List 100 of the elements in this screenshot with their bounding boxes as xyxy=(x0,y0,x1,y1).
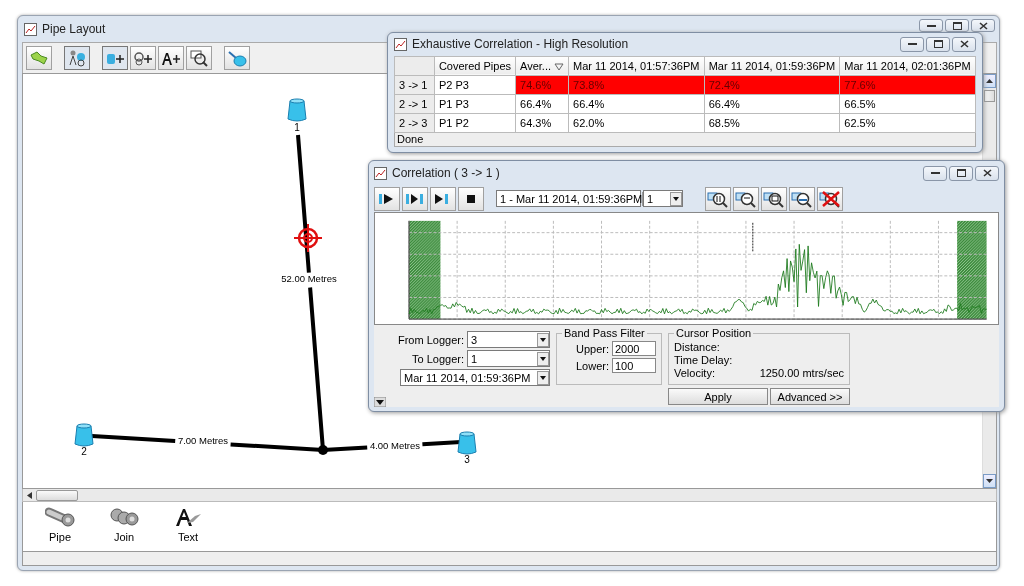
palette-item[interactable]: Pipe xyxy=(45,506,75,547)
dropdown[interactable]: Mar 11 2014, 01:59:36PM xyxy=(400,369,550,386)
pipe-icon xyxy=(45,506,75,528)
step-end-icon[interactable] xyxy=(430,186,456,211)
map-icon[interactable] xyxy=(26,46,52,70)
table-cell: P2 P3 xyxy=(434,75,516,95)
caret-icon xyxy=(537,370,549,385)
input-field[interactable]: 2000 xyxy=(612,341,656,356)
group-title: Band Pass Filter xyxy=(563,327,646,339)
ladle-icon[interactable] xyxy=(224,46,250,70)
table-cell: 66.5% xyxy=(839,94,976,114)
column-header[interactable]: Mar 11 2014, 01:59:36PM xyxy=(704,56,840,76)
target-icon xyxy=(293,223,323,253)
column-header[interactable]: Covered Pipes xyxy=(434,56,516,76)
window-title: Pipe Layout xyxy=(42,22,107,36)
caret-icon xyxy=(670,191,682,206)
input-field[interactable]: 100 xyxy=(612,358,656,373)
close-icon xyxy=(959,40,969,49)
window-title: Exhaustive Correlation - High Resolution xyxy=(412,37,630,52)
field-value: 1250.00 mtrs/sec xyxy=(758,367,844,379)
minimize-button[interactable] xyxy=(923,165,947,181)
column-header[interactable]: Mar 11 2014, 02:01:36PM xyxy=(839,56,976,76)
field-label: Time Delay: xyxy=(674,354,734,366)
close-icon xyxy=(978,21,988,30)
stop-icon[interactable] xyxy=(458,186,484,211)
maximize-icon xyxy=(933,40,943,49)
field-label: Velocity: xyxy=(674,367,716,379)
dropdown[interactable]: 1 xyxy=(643,190,683,207)
logger-label: 3 xyxy=(464,454,470,465)
maximize-icon xyxy=(956,169,966,177)
table-cell: P1 P2 xyxy=(434,113,516,133)
table-cell: 62.5% xyxy=(839,113,976,133)
pipe-length-label: 7.00 Metres xyxy=(177,435,229,446)
junction-dot xyxy=(318,445,328,455)
column-header[interactable]: Mar 11 2014, 01:57:36PM xyxy=(568,56,705,76)
scroll-up-button[interactable] xyxy=(983,74,996,88)
corner-cell xyxy=(394,56,435,76)
close-button[interactable] xyxy=(952,36,976,52)
logger-label: 1 xyxy=(294,122,300,133)
field-label: Lower: xyxy=(575,359,609,372)
pipe-length-label: 4.00 Metres xyxy=(369,440,421,451)
table-cell: 64.3% xyxy=(515,113,569,133)
caret-icon xyxy=(537,351,549,366)
sort-icon xyxy=(554,62,564,71)
joint-icon xyxy=(109,506,139,528)
close-button[interactable] xyxy=(975,165,999,181)
apply-button[interactable]: Apply xyxy=(668,388,768,405)
close-icon xyxy=(982,169,992,177)
pipe-length-label: 52.00 Metres xyxy=(281,273,337,284)
move-joint-icon[interactable] xyxy=(130,46,156,70)
zoom-reset-icon[interactable] xyxy=(817,186,843,211)
field-label: To Logger: xyxy=(412,352,464,365)
zoom-icon[interactable] xyxy=(733,186,759,211)
caret-icon xyxy=(537,332,549,347)
scroll-left-icon[interactable] xyxy=(27,491,32,499)
table-cell: P1 P3 xyxy=(434,94,516,114)
table-cell: 66.4% xyxy=(568,94,705,114)
close-button[interactable] xyxy=(971,19,995,32)
palette-item[interactable]: Join xyxy=(109,506,139,547)
text-tool-icon xyxy=(173,506,203,528)
minimize-button[interactable] xyxy=(919,19,943,32)
logger-icon[interactable] xyxy=(457,431,477,455)
maximize-button[interactable] xyxy=(926,36,950,52)
field-label: From Logger: xyxy=(397,333,464,346)
logger-icon[interactable] xyxy=(74,423,94,447)
maximize-icon xyxy=(952,21,962,30)
scrollbar-thumb[interactable] xyxy=(984,90,995,102)
field-label: Upper: xyxy=(575,342,609,355)
column-header[interactable]: Aver... xyxy=(515,56,569,76)
move-text-icon[interactable] xyxy=(158,46,184,70)
minimize-icon xyxy=(930,171,940,175)
palette-item[interactable]: Text xyxy=(173,506,203,547)
zoom-icon[interactable] xyxy=(789,186,815,211)
window-title: Correlation ( 3 -> 1 ) xyxy=(392,166,501,180)
down-arrow-icon xyxy=(986,479,993,483)
advanced-button[interactable]: Advanced >> xyxy=(770,388,850,405)
play-icon[interactable] xyxy=(374,186,400,211)
dropdown[interactable]: 3 xyxy=(467,331,550,348)
maximize-button[interactable] xyxy=(945,19,969,32)
logger-icon[interactable] xyxy=(287,98,307,122)
table-cell: 68.5% xyxy=(704,113,840,133)
expand-icon[interactable] xyxy=(374,397,386,407)
zoom-icon[interactable] xyxy=(705,186,731,211)
field-label: Distance: xyxy=(674,341,721,353)
zoom-icon[interactable] xyxy=(186,46,212,70)
minimize-button[interactable] xyxy=(900,36,924,52)
play-forward-icon[interactable] xyxy=(402,186,428,211)
table-cell: 66.4% xyxy=(704,94,840,114)
zoom-icon[interactable] xyxy=(761,186,787,211)
maximize-button[interactable] xyxy=(949,165,973,181)
dropdown[interactable]: 1 - Mar 11 2014, 01:59:36PM xyxy=(496,190,641,207)
scrollbar-thumb[interactable] xyxy=(36,489,78,501)
move-logger-icon[interactable] xyxy=(102,46,128,70)
dropdown[interactable]: 1 xyxy=(467,350,550,367)
logger-label: 2 xyxy=(81,446,87,457)
group-title: Cursor Position xyxy=(675,327,753,339)
up-arrow-icon xyxy=(986,79,993,83)
scroll-down-button[interactable] xyxy=(983,474,996,488)
chart-app-icon xyxy=(394,37,407,51)
figure-tools-icon[interactable] xyxy=(64,46,90,70)
